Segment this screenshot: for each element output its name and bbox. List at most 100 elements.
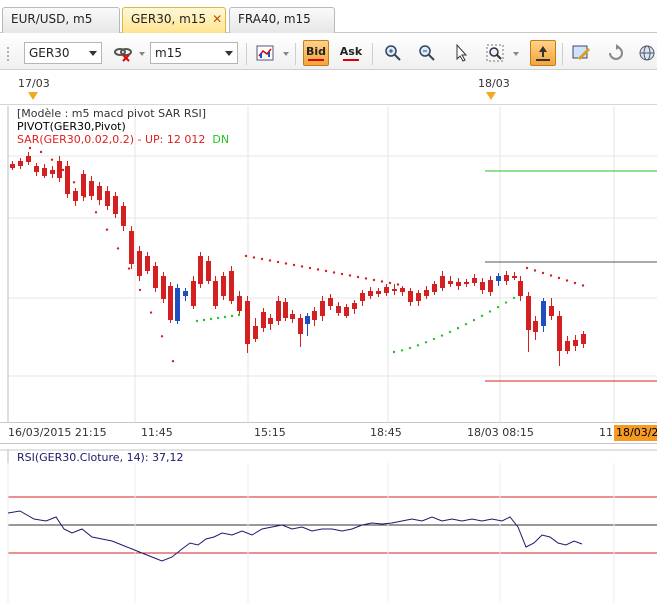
time-label: 11 <box>599 426 613 439</box>
sar-dot <box>94 211 98 214</box>
candle-body <box>206 261 211 281</box>
date-label: 18/03 <box>478 77 510 90</box>
sar-dot <box>480 314 484 318</box>
grip-icon <box>7 47 9 61</box>
time-label: 15:15 <box>254 426 286 439</box>
bid-button[interactable]: Bid <box>303 40 329 66</box>
tab-fra40-m15[interactable]: FRA40, m15 <box>229 7 335 33</box>
candle-body <box>113 196 118 214</box>
sar-dot <box>416 344 420 347</box>
cursor-tool-button[interactable] <box>448 40 474 66</box>
sar-dot <box>160 335 164 338</box>
globe-button[interactable] <box>636 40 656 66</box>
globe-icon <box>639 45 655 61</box>
zoom-out-button[interactable] <box>414 40 440 66</box>
tab-eurusd-m5[interactable]: EUR/USD, m5 <box>2 7 120 33</box>
sar-dot <box>440 334 444 337</box>
time-label: 18:45 <box>370 426 402 439</box>
sar-dot <box>195 319 199 323</box>
candle-body <box>533 321 538 332</box>
candle-body <box>213 281 218 306</box>
day-marker-icon <box>28 92 38 100</box>
time-cursor-label: 18/03/2 <box>614 425 657 441</box>
candlestick-chart-icon <box>256 45 274 61</box>
sar-dot <box>324 269 328 273</box>
time-label: 18/03 08:15 <box>467 426 534 439</box>
sar-dot <box>268 259 272 262</box>
zoom-out-icon <box>419 45 435 61</box>
candle-body <box>261 312 266 328</box>
candle-body <box>360 293 365 301</box>
ask-button[interactable]: Ask <box>338 40 364 66</box>
ask-underline <box>343 58 359 61</box>
refresh-button[interactable] <box>603 40 629 66</box>
candle-body <box>376 291 381 294</box>
candle-body <box>541 301 546 326</box>
tab-bar: EUR/USD, m5 GER30, m15 ✕ FRA40, m15 <box>0 0 657 33</box>
sar-dot <box>50 158 54 161</box>
sar-dot <box>456 326 460 330</box>
anchor-button[interactable] <box>530 40 556 66</box>
candle-body <box>161 276 166 299</box>
candle-body <box>312 311 317 320</box>
sar-dot <box>260 257 264 261</box>
candle-body <box>526 296 531 330</box>
sar-dot <box>348 274 352 277</box>
timeframe-select[interactable]: m15 <box>150 42 238 64</box>
sar-dot <box>332 271 336 274</box>
candle-body <box>175 288 180 321</box>
candle-body <box>153 266 158 288</box>
candle-body <box>26 156 31 162</box>
candle-body <box>440 276 445 288</box>
sar-dot <box>171 359 175 363</box>
candle-body <box>298 318 303 334</box>
date-strip: 17/03 18/03 <box>0 71 657 105</box>
sar-dot <box>149 311 153 314</box>
time-axis: 16/03/2015 21:15 11:45 15:15 18:45 18/03… <box>0 422 657 444</box>
candle-body <box>344 307 349 316</box>
sar-dot <box>372 278 376 282</box>
zoom-in-button[interactable] <box>380 40 406 66</box>
toolbar-divider <box>246 43 247 65</box>
edit-chart-button[interactable] <box>568 40 594 66</box>
sar-dot <box>549 274 553 277</box>
chevron-down-icon <box>89 51 97 56</box>
model-legend: [Modèle : m5 macd pivot SAR RSI] <box>17 107 207 120</box>
candle-body <box>168 286 173 320</box>
candle-body <box>34 166 39 172</box>
tab-label: GER30, m15 <box>131 12 207 26</box>
toolbar-divider <box>372 43 373 65</box>
sar-dot <box>380 280 384 283</box>
chevron-down-icon[interactable] <box>283 52 289 56</box>
sar-dot <box>408 346 412 350</box>
candle-body <box>352 303 357 309</box>
candle-body <box>253 326 258 339</box>
sar-dot <box>237 313 241 317</box>
sar-dot <box>340 272 344 276</box>
date-label: 17/03 <box>18 77 50 90</box>
chart-type-button[interactable] <box>252 40 278 66</box>
rsi-chart[interactable] <box>0 449 657 603</box>
candle-body <box>191 281 196 306</box>
sar-dot <box>284 262 288 265</box>
symbol-select[interactable]: GER30 <box>24 42 102 64</box>
chevron-down-icon[interactable] <box>513 52 519 56</box>
candle-body <box>10 164 15 168</box>
sar-dot <box>557 276 561 280</box>
rsi-legend: RSI(GER30.Cloture, 14): 37,12 <box>17 451 184 464</box>
candle-body <box>549 306 554 316</box>
close-icon[interactable]: ✕ <box>212 12 222 26</box>
sar-legend: SAR(GER30,0.02,0.2) - UP: 12 012 DN <box>17 133 229 146</box>
sar-dot <box>581 284 585 287</box>
candle-body <box>456 282 461 286</box>
chevron-down-icon[interactable] <box>139 52 145 56</box>
candle-body <box>573 340 578 346</box>
candle-body <box>565 341 570 351</box>
link-chart-button[interactable] <box>110 40 136 66</box>
price-chart[interactable] <box>0 106 657 422</box>
candle-body <box>42 168 47 176</box>
candle-body <box>105 191 110 206</box>
candle-body <box>557 316 562 351</box>
zoom-area-button[interactable] <box>482 40 508 66</box>
tab-ger30-m15[interactable]: GER30, m15 ✕ <box>122 7 226 33</box>
